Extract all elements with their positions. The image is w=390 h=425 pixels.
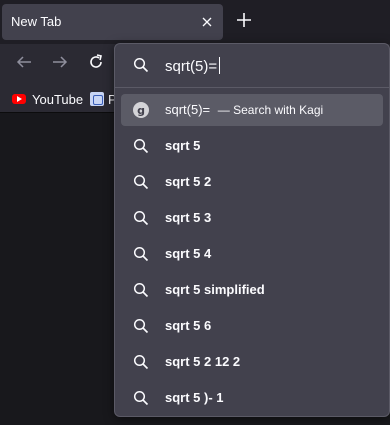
text-caret — [219, 57, 221, 74]
tab-title: New Tab — [11, 14, 62, 29]
suggestion-label: sqrt 5 6 — [165, 318, 212, 333]
search-icon — [133, 354, 149, 370]
search-icon — [133, 210, 149, 226]
tab-new-tab[interactable]: New Tab — [2, 4, 223, 40]
youtube-icon — [12, 94, 26, 104]
arrow-right-icon — [52, 54, 68, 75]
search-icon — [133, 246, 149, 262]
search-icon — [133, 138, 149, 154]
forward-button[interactable] — [50, 54, 70, 74]
urlbar[interactable]: sqrt(5)= — [115, 44, 389, 86]
suggestion-row[interactable]: sqrt 5 3 — [121, 202, 383, 234]
search-icon — [133, 318, 149, 334]
search-icon — [133, 57, 149, 73]
engine-query: sqrt(5)= — [165, 102, 211, 117]
suggestion-row[interactable]: sqrt 5 6 — [121, 310, 383, 342]
suggestion-row[interactable]: sqrt 5 4 — [121, 238, 383, 270]
suggestion-row[interactable]: sqrt 5 2 12 2 — [121, 346, 383, 378]
reload-icon — [88, 53, 104, 75]
suggestion-row[interactable]: sqrt 5 )- 1 — [121, 382, 383, 414]
kagi-icon: g — [133, 102, 149, 118]
suggestion-row[interactable]: sqrt 5 2 — [121, 166, 383, 198]
urlbar-value: sqrt(5)= — [165, 58, 218, 75]
close-icon[interactable] — [198, 13, 216, 31]
reload-button[interactable] — [86, 53, 106, 75]
suggestion-label: sqrt 5 2 12 2 — [165, 354, 241, 369]
suggestion-label: sqrt 5 4 — [165, 246, 212, 261]
engine-action: — Search with Kagi — [217, 103, 324, 117]
tab-strip: New Tab — [0, 0, 390, 44]
new-tab-button[interactable] — [234, 12, 254, 32]
suggestion-label: sqrt 5 2 — [165, 174, 212, 189]
divider — [115, 87, 389, 88]
arrow-left-icon — [16, 54, 32, 75]
bookmark-label: YouTube — [32, 91, 84, 107]
search-icon — [133, 174, 149, 190]
suggestion-label: sqrt 5 simplified — [165, 282, 265, 297]
bookmark-favicon-icon — [90, 92, 104, 106]
bookmark-item[interactable]: P — [90, 90, 117, 108]
suggestion-label: sqrt 5 )- 1 — [165, 390, 224, 405]
bookmark-youtube[interactable]: YouTube — [12, 90, 83, 108]
suggestion-label: sqrt 5 — [165, 138, 201, 153]
back-button[interactable] — [14, 54, 34, 74]
search-icon — [133, 282, 149, 298]
plus-icon — [237, 12, 251, 32]
suggestion-row[interactable]: sqrt 5 — [121, 130, 383, 162]
suggestion-label: sqrt 5 3 — [165, 210, 212, 225]
urlbar-dropdown: sqrt(5)= g sqrt(5)= — Search with Kagi s… — [114, 43, 390, 417]
urlbar-input[interactable]: sqrt(5)= — [165, 57, 221, 75]
search-engine-row[interactable]: g sqrt(5)= — Search with Kagi — [121, 94, 383, 126]
suggestion-row[interactable]: sqrt 5 simplified — [121, 274, 383, 306]
row-query: sqrt(5)= — Search with Kagi — [165, 102, 323, 117]
search-icon — [133, 390, 149, 406]
